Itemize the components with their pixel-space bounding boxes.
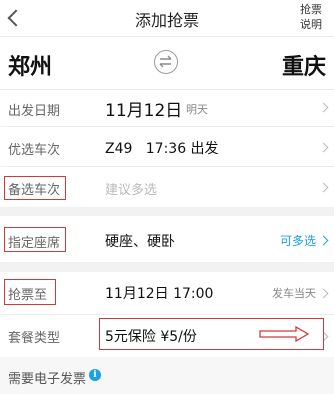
help-link-line2: 说明 — [300, 18, 322, 31]
grab-until-hint: 发车当天 — [272, 287, 316, 300]
highlight-box-grab-until — [4, 279, 56, 305]
preferred-train-row[interactable]: 优选车次 Z49 17:36 出发 — [0, 127, 334, 166]
section-gap — [0, 207, 334, 216]
departure-date-value: 11月12日 — [105, 101, 183, 121]
to-city[interactable]: 重庆 — [282, 49, 326, 81]
highlight-box-seat-type — [4, 227, 66, 252]
chevron-right-icon — [318, 182, 329, 193]
help-link-line1: 抢票 — [300, 3, 322, 16]
seat-type-value: 硬座、硬卧 — [105, 234, 175, 250]
page-title: 添加抢票 — [134, 11, 199, 30]
info-icon[interactable]: i — [89, 369, 101, 381]
section-gap — [0, 262, 334, 272]
chevron-right-icon — [318, 235, 329, 246]
package-type-label: 套餐类型 — [8, 331, 61, 346]
route-section: 郑州 重庆 — [0, 37, 334, 89]
chevron-right-icon — [318, 288, 329, 299]
chevron-right-icon — [318, 142, 329, 153]
invoice-row[interactable]: 需要电子发票 i — [0, 357, 334, 394]
help-link[interactable]: 抢票 说明 — [296, 2, 326, 32]
preferred-train-label: 优选车次 — [8, 143, 61, 158]
highlight-box-backup-train — [4, 176, 66, 200]
highlight-box-package-type — [99, 318, 324, 350]
from-city[interactable]: 郑州 — [8, 49, 52, 81]
departure-date-sub: 明天 — [186, 103, 208, 116]
departure-date-row[interactable]: 出发日期 11月12日 明天 — [0, 90, 334, 126]
swap-cities-icon[interactable] — [154, 50, 178, 74]
multi-select-link[interactable]: 可多选 — [280, 232, 316, 249]
invoice-label: 需要电子发票 — [8, 372, 87, 387]
departure-date-label: 出发日期 — [8, 104, 61, 119]
preferred-train-value: Z49 17:36 出发 — [105, 141, 219, 157]
top-bar: 添加抢票 抢票 说明 — [0, 0, 334, 36]
backup-train-placeholder: 建议多选 — [105, 183, 158, 198]
chevron-right-icon — [318, 102, 329, 113]
grab-until-value: 11月12日 17:00 — [105, 286, 214, 302]
